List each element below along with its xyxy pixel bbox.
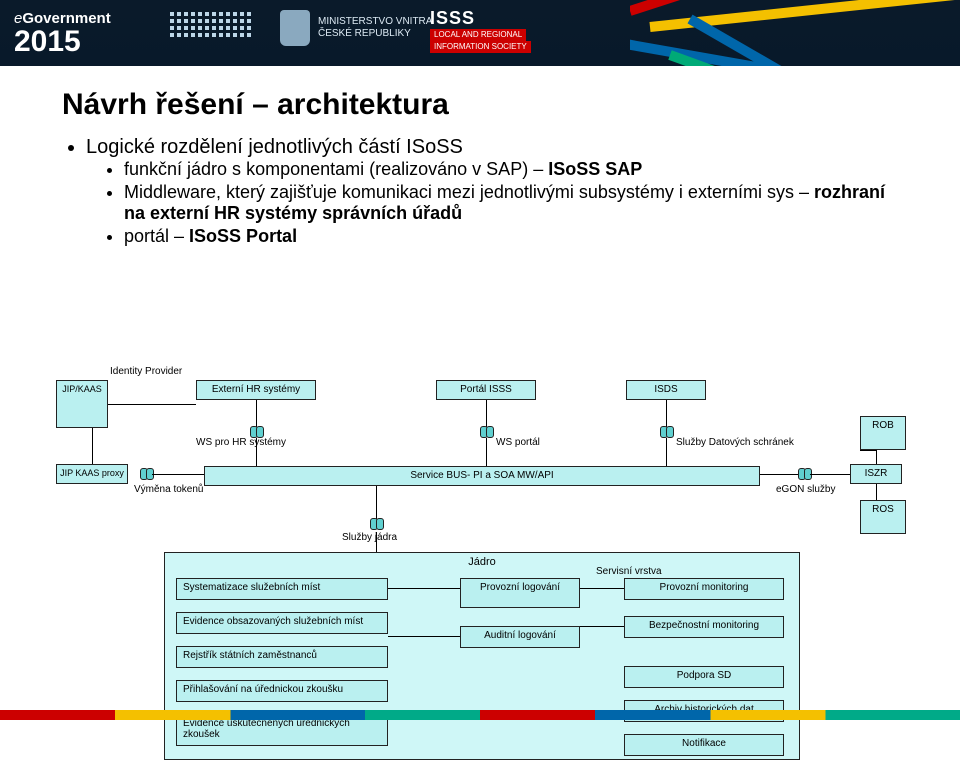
box-pm: Provozní monitoring [624, 578, 784, 600]
lbl-idp: Identity Provider [110, 366, 182, 377]
box-ros: ROS [860, 500, 906, 534]
lbl-wshr: WS pro HR systémy [196, 437, 286, 448]
bullet-main: Logické rozdělení jednotlivých částí ISo… [86, 136, 898, 247]
lbl-egon: eGON služby [776, 484, 835, 495]
box-proxy: JIP KAAS proxy [56, 464, 128, 484]
conn-line [876, 450, 877, 464]
box-rob: ROB [860, 416, 906, 450]
box-exthr: Externí HR systémy [196, 380, 316, 400]
box-sys1: Systematizace služebních míst [176, 578, 388, 600]
conn-line [760, 474, 798, 475]
egov-logo: eGovernment 2015 [14, 10, 111, 55]
conn-line [860, 450, 876, 451]
conn-line [388, 588, 460, 589]
box-pl: Provozní logování [460, 578, 580, 608]
box-sys3: Rejstřík státních zaměstnanců [176, 646, 388, 668]
interface-icon [250, 426, 262, 436]
coat-of-arms-icon [280, 10, 310, 46]
conn-line [580, 588, 624, 589]
lbl-sluzby: Služby jádra [342, 532, 397, 543]
header-stripes [630, 0, 960, 66]
interface-icon [140, 468, 152, 478]
conn-line [810, 474, 850, 475]
box-bm: Bezpečnostní monitoring [624, 616, 784, 638]
box-iszr: ISZR [850, 464, 902, 484]
isss-box1: LOCAL AND REGIONAL [430, 29, 526, 41]
box-nt: Notifikace [624, 734, 784, 756]
box-ps: Podpora SD [624, 666, 784, 688]
isss-logo: ISSS LOCAL AND REGIONAL INFORMATION SOCI… [430, 8, 531, 53]
interface-icon [798, 468, 810, 478]
page-title: Návrh řešení – architektura [62, 88, 898, 122]
architecture-diagram: Identity Provider JIP/KAAS Externí HR sy… [56, 366, 906, 766]
footer-stripes [0, 710, 960, 720]
box-bus: Service BUS- PI a SOA MW/API [204, 466, 760, 486]
conn-line [376, 486, 377, 520]
header-bar: eGovernment 2015 MINISTERSTVO VNITRA ČES… [0, 0, 960, 66]
ministry-line1: MINISTERSTVO VNITRA [318, 16, 432, 28]
lbl-wsp: WS portál [496, 437, 540, 448]
isss-box2: INFORMATION SOCIETY [430, 41, 531, 53]
ministry-block: MINISTERSTVO VNITRA ČESKÉ REPUBLIKY [280, 10, 432, 46]
lbl-sds: Služby Datových schránek [676, 437, 794, 448]
isss-title: ISSS [430, 8, 531, 29]
box-sys4: Přihlašování na úřednickou zkoušku [176, 680, 388, 702]
conn-line [108, 404, 196, 405]
logo-year: 2015 [14, 28, 111, 55]
conn-line [152, 474, 204, 475]
conn-line [92, 428, 93, 464]
interface-icon [370, 518, 382, 528]
ministry-line2: ČESKÉ REPUBLIKY [318, 28, 432, 40]
box-portal: Portál ISSS [436, 380, 536, 400]
box-al: Auditní logování [460, 626, 580, 648]
bullet-2: Middleware, který zajišťuje komunikaci m… [124, 182, 898, 224]
conn-line [388, 636, 460, 637]
box-jip: JIP/KAAS [56, 380, 108, 428]
slide-content: Návrh řešení – architektura Logické rozd… [0, 66, 960, 247]
lbl-tok: Výměna tokenů [134, 484, 204, 495]
conn-line [376, 532, 377, 552]
box-sys2: Evidence obsazovaných služebních míst [176, 612, 388, 634]
bullet-1: funkční jádro s komponentami (realizován… [124, 159, 898, 180]
interface-icon [480, 426, 492, 436]
box-isds: ISDS [626, 380, 706, 400]
conn-line [580, 626, 624, 627]
interface-icon [660, 426, 672, 436]
lbl-serv: Servisní vrstva [596, 566, 662, 577]
dots-graphic [170, 12, 251, 37]
bullet-3: portál – ISoSS Portal [124, 226, 898, 247]
